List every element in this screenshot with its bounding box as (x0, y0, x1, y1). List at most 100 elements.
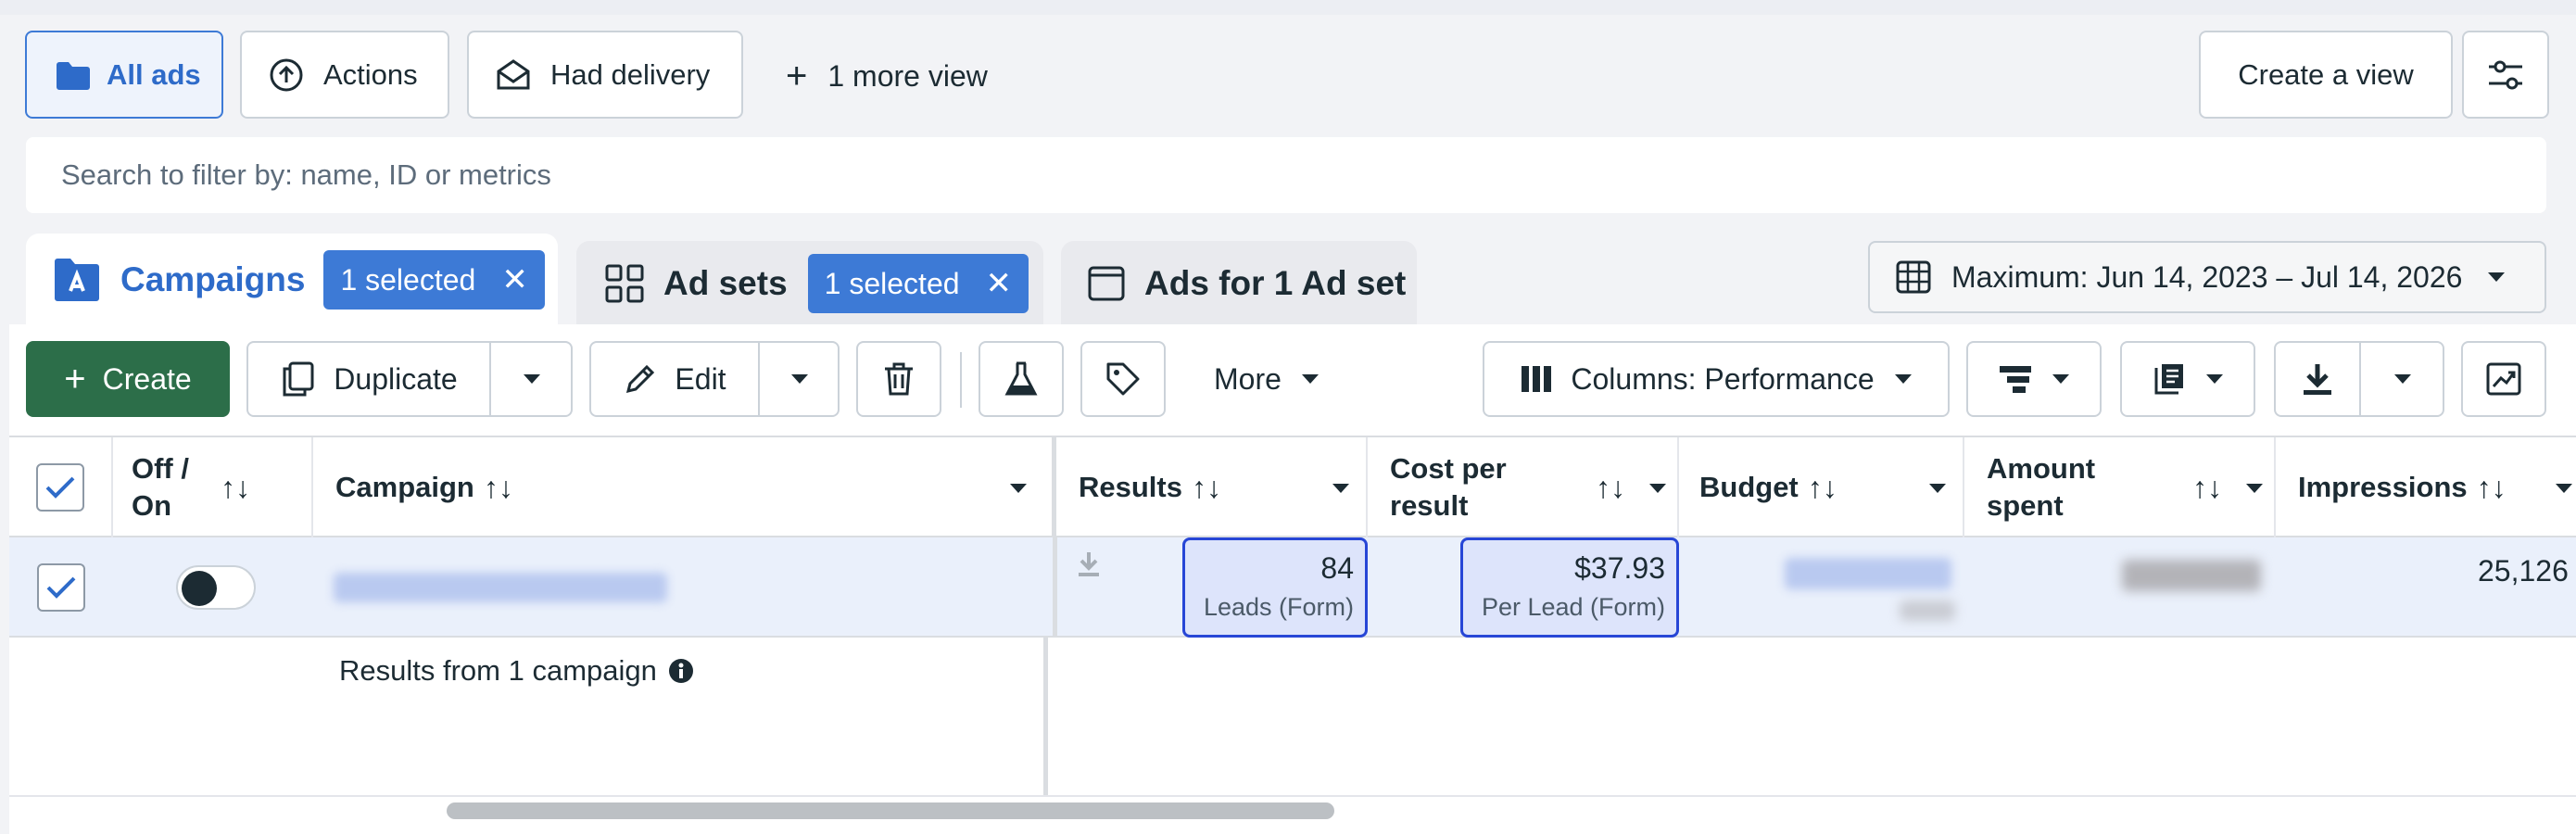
ad-window-icon (1088, 266, 1125, 301)
date-range-picker[interactable]: Maximum: Jun 14, 2023 – Jul 14, 2026 (1868, 241, 2546, 313)
chevron-down-icon (2488, 272, 2506, 282)
envelope-open-icon (497, 58, 530, 89)
view-all-ads-button[interactable]: All ads (25, 31, 223, 119)
campaign-name-redacted[interactable] (334, 573, 667, 602)
more-button[interactable]: More (1214, 341, 1319, 417)
header-amount-spent-label: Amount spent (1987, 452, 2096, 522)
tab-ad-sets-label: Ad sets (663, 264, 788, 302)
header-impressions[interactable]: Impressions ↑↓ (2276, 437, 2576, 537)
header-campaign[interactable]: Campaign ↑↓ (313, 437, 1056, 537)
calendar-table-icon (1896, 260, 1931, 294)
sort-icon[interactable]: ↑↓ (484, 471, 513, 505)
cost-per-result-cell[interactable]: $37.93 Per Lead (Form) (1460, 537, 1679, 638)
toggle-knob (182, 571, 217, 606)
sort-icon[interactable]: ↑↓ (221, 471, 250, 505)
search-input[interactable] (61, 158, 2470, 192)
sort-icon[interactable]: ↑↓ (1192, 471, 1221, 505)
duplicate-button[interactable]: Duplicate (248, 343, 489, 415)
chevron-down-icon[interactable] (1010, 484, 1027, 493)
campaigns-selected-badge[interactable]: 1 selected ✕ (323, 250, 545, 310)
create-view-label: Create a view (2238, 57, 2414, 91)
date-range-label: Maximum: Jun 14, 2023 – Jul 14, 2026 (1951, 259, 2463, 294)
chevron-down-icon[interactable] (2246, 484, 2263, 493)
campaigns-table: Off / On ↑↓ Campaign ↑↓ Results ↑↓ Cost … (9, 436, 2576, 834)
chevron-down-icon[interactable] (1332, 484, 1349, 493)
summary-divider (9, 795, 2576, 797)
tab-ads[interactable]: Ads for 1 Ad set (1061, 241, 1417, 326)
breakdown-dropdown[interactable] (1966, 341, 2102, 417)
reports-dropdown[interactable] (2120, 341, 2255, 417)
columns-dropdown[interactable]: Columns: Performance (1483, 341, 1950, 417)
view-had-delivery-button[interactable]: Had delivery (467, 31, 743, 119)
cost-per-result-subtext: Per Lead (Form) (1481, 593, 1665, 621)
edit-button[interactable]: Edit (591, 343, 758, 415)
download-icon[interactable] (1077, 550, 1101, 578)
flask-icon (1004, 361, 1038, 396)
row-checkbox[interactable] (37, 563, 85, 612)
cost-per-result-value: $37.93 (1574, 551, 1665, 585)
edit-label: Edit (675, 361, 726, 396)
header-cost-per-result[interactable]: Cost per result ↑↓ (1368, 437, 1679, 537)
divider (489, 343, 491, 415)
header-budget[interactable]: Budget ↑↓ (1679, 437, 1964, 537)
header-off-on[interactable]: Off / On ↑↓ (113, 437, 313, 537)
sort-icon[interactable]: ↑↓ (1596, 471, 1625, 505)
campaign-flag-icon (55, 259, 99, 301)
horizontal-scrollbar[interactable] (447, 802, 1334, 819)
close-icon[interactable]: ✕ (501, 261, 528, 298)
chevron-down-icon[interactable] (524, 374, 540, 384)
results-subtext: Leads (Form) (1203, 593, 1354, 621)
sort-icon[interactable]: ↑↓ (2477, 471, 2507, 505)
ad-sets-selected-badge[interactable]: 1 selected ✕ (807, 254, 1029, 313)
close-icon[interactable]: ✕ (986, 265, 1013, 302)
plus-icon: + (64, 358, 86, 399)
select-all-checkbox[interactable] (36, 463, 84, 512)
charts-button[interactable] (2461, 341, 2546, 417)
folder-icon (57, 61, 90, 90)
tab-campaigns[interactable]: Campaigns 1 selected ✕ (26, 234, 558, 326)
chevron-down-icon (1301, 374, 1319, 384)
tag-button[interactable] (1080, 341, 1166, 417)
view-settings-button[interactable] (2462, 31, 2549, 119)
header-results-label: Results (1079, 471, 1182, 503)
chevron-down-icon[interactable] (791, 374, 808, 384)
column-divider (1053, 537, 1057, 638)
header-off-on-label: Off / On (132, 452, 189, 522)
chevron-down-icon[interactable] (2394, 374, 2411, 384)
chevron-down-icon[interactable] (1929, 484, 1946, 493)
chevron-down-icon[interactable] (2556, 484, 2572, 493)
columns-label: Columns: Performance (1571, 361, 1875, 396)
view-had-delivery-label: Had delivery (550, 57, 711, 91)
campaigns-selected-label: 1 selected (340, 262, 476, 297)
more-views-button[interactable]: + 1 more view (786, 50, 988, 102)
delete-button[interactable] (856, 341, 941, 417)
create-button[interactable]: + Create (26, 341, 230, 417)
sort-icon[interactable]: ↑↓ (2192, 471, 2222, 505)
pencil-icon (626, 364, 655, 394)
reports-icon (2154, 364, 2183, 395)
header-amount-spent[interactable]: Amount spent ↑↓ (1964, 437, 2276, 537)
budget-redacted (1785, 558, 1951, 589)
more-views-label: 1 more view (827, 58, 988, 93)
campaign-toggle[interactable] (176, 565, 256, 610)
header-cost-per-result-label: Cost per result (1390, 452, 1507, 522)
download-icon[interactable] (2301, 361, 2334, 397)
tag-icon (1106, 362, 1140, 396)
table-row[interactable]: 84 Leads (Form) $37.93 Per Lead (Form) 2… (9, 537, 2576, 638)
ab-test-button[interactable] (979, 341, 1064, 417)
view-actions-button[interactable]: Actions (240, 31, 449, 119)
results-cell[interactable]: 84 Leads (Form) (1182, 537, 1368, 638)
results-value: 84 (1320, 551, 1354, 585)
header-budget-label: Budget (1699, 471, 1799, 503)
create-label: Create (102, 361, 192, 396)
chevron-down-icon (2206, 374, 2223, 384)
tab-ad-sets[interactable]: Ad sets 1 selected ✕ (576, 241, 1043, 326)
sort-icon[interactable]: ↑↓ (1808, 471, 1837, 505)
chevron-down-icon[interactable] (1649, 484, 1666, 493)
header-results[interactable]: Results ↑↓ (1056, 437, 1368, 537)
create-view-button[interactable]: Create a view (2199, 31, 2453, 119)
divider (758, 343, 760, 415)
info-icon[interactable] (668, 658, 694, 684)
header-campaign-label: Campaign (335, 471, 474, 503)
export-button-group (2274, 341, 2444, 417)
